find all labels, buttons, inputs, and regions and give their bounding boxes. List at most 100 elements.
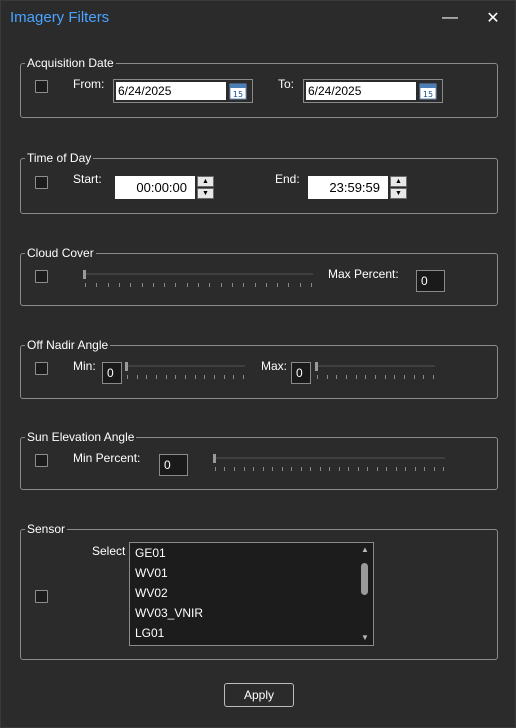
from-date-input[interactable]: 6/24/2025	[116, 82, 226, 100]
scroll-down-icon[interactable]: ▼	[358, 632, 372, 644]
calendar-icon[interactable]: 15	[419, 82, 437, 100]
slider-tick	[262, 467, 264, 471]
min-percent-label: Min Percent:	[73, 451, 141, 465]
slider-tick	[414, 467, 416, 471]
list-item[interactable]: WV02	[135, 586, 168, 600]
sun-elevation-min-input[interactable]: 0	[159, 454, 188, 476]
time-of-day-group: Time of Day	[20, 151, 498, 214]
time-of-day-legend: Time of Day	[25, 151, 94, 165]
slider-tick	[224, 467, 226, 471]
apply-button[interactable]: Apply	[224, 683, 294, 707]
svg-text:15: 15	[423, 90, 433, 99]
scroll-thumb[interactable]	[361, 563, 368, 595]
slider-tick	[198, 283, 199, 287]
cloud-cover-slider[interactable]	[83, 270, 313, 292]
slider-tick	[405, 467, 406, 471]
slider-tick	[366, 467, 368, 471]
list-item[interactable]: LG01	[135, 626, 164, 640]
spin-down-icon[interactable]: ▼	[197, 188, 214, 199]
slider-tick	[443, 467, 444, 471]
slider-tick	[107, 283, 109, 287]
slider-tick	[386, 467, 387, 471]
cloud-cover-max-input[interactable]: 0	[416, 270, 445, 292]
sensor-checkbox[interactable]	[35, 590, 48, 603]
slider-tick	[146, 375, 148, 379]
off-nadir-checkbox[interactable]	[35, 362, 48, 375]
start-time-input[interactable]: 00:00:00	[115, 176, 195, 199]
list-item[interactable]: WV03_VNIR	[135, 606, 203, 620]
end-time-spinner[interactable]: ▲ ▼	[390, 176, 407, 199]
time-of-day-checkbox[interactable]	[35, 176, 48, 189]
listbox-scrollbar[interactable]: ▲ ▼	[358, 544, 372, 644]
max-percent-label: Max Percent:	[328, 267, 399, 281]
slider-tick	[272, 467, 273, 471]
slider-tick	[310, 467, 311, 471]
imagery-filters-window: Imagery Filters — ✕ Acquisition Date Fro…	[0, 0, 516, 728]
slider-tick	[326, 375, 328, 379]
off-nadir-min-input[interactable]: 0	[102, 362, 122, 384]
off-nadir-min-slider[interactable]	[125, 362, 245, 384]
title-bar: Imagery Filters — ✕	[1, 1, 515, 35]
close-button[interactable]: ✕	[481, 7, 505, 29]
slider-tick	[252, 467, 254, 471]
slider-tick	[223, 375, 225, 379]
sensor-listbox[interactable]: GE01 WV01 WV02 WV03_VNIR LG01 ▲ ▼	[129, 542, 374, 646]
slider-tick	[164, 283, 166, 287]
to-date-picker[interactable]: 6/24/2025 15	[303, 79, 443, 103]
slider-tick	[254, 283, 256, 287]
spin-up-icon[interactable]: ▲	[390, 176, 407, 187]
sun-elevation-slider[interactable]	[213, 454, 445, 476]
slider-tick	[209, 283, 211, 287]
off-nadir-max-slider[interactable]	[315, 362, 435, 384]
slider-tick	[281, 467, 283, 471]
slider-tick	[165, 375, 167, 379]
slider-tick	[355, 375, 357, 379]
slider-tick	[186, 283, 188, 287]
start-label: Start:	[73, 172, 102, 186]
slider-tick	[175, 375, 177, 379]
slider-tick	[329, 467, 330, 471]
slider-tick	[152, 283, 154, 287]
window-title: Imagery Filters	[10, 9, 110, 26]
slider-tick	[413, 375, 415, 379]
slider-tick	[433, 467, 435, 471]
slider-tick	[233, 375, 235, 379]
slider-tick	[85, 283, 86, 287]
slider-tick	[214, 375, 215, 379]
end-time-input[interactable]: 23:59:59	[308, 176, 388, 199]
spin-up-icon[interactable]: ▲	[197, 176, 214, 187]
slider-tick	[233, 467, 235, 471]
acquisition-date-checkbox[interactable]	[35, 80, 48, 93]
sensor-legend: Sensor	[25, 522, 68, 536]
slider-thumb[interactable]	[213, 454, 216, 463]
slider-tick	[384, 375, 386, 379]
slider-tick	[423, 375, 425, 379]
slider-tick	[311, 283, 312, 287]
slider-tick	[288, 283, 290, 287]
slider-tick	[243, 467, 245, 471]
list-item[interactable]: GE01	[135, 546, 166, 560]
slider-tick	[215, 467, 216, 471]
to-date-input[interactable]: 6/24/2025	[306, 82, 416, 100]
calendar-icon[interactable]: 15	[229, 82, 247, 100]
slider-tick	[336, 375, 338, 379]
sun-elevation-legend: Sun Elevation Angle	[25, 430, 137, 444]
off-nadir-max-input[interactable]: 0	[291, 362, 311, 384]
slider-tick	[433, 375, 434, 379]
minimize-button[interactable]: —	[438, 7, 462, 29]
slider-thumb[interactable]	[83, 270, 86, 279]
slider-tick	[265, 283, 267, 287]
scroll-up-icon[interactable]: ▲	[358, 544, 372, 556]
slider-tick	[365, 375, 367, 379]
slider-thumb[interactable]	[125, 362, 128, 371]
sun-elevation-checkbox[interactable]	[35, 454, 48, 467]
list-item[interactable]: WV01	[135, 566, 168, 580]
slider-tick	[348, 467, 349, 471]
slider-tick	[395, 467, 397, 471]
start-time-spinner[interactable]: ▲ ▼	[197, 176, 214, 199]
slider-tick	[404, 375, 405, 379]
slider-thumb[interactable]	[315, 362, 318, 371]
from-date-picker[interactable]: 6/24/2025 15	[113, 79, 253, 103]
spin-down-icon[interactable]: ▼	[390, 188, 407, 199]
cloud-cover-checkbox[interactable]	[35, 270, 48, 283]
